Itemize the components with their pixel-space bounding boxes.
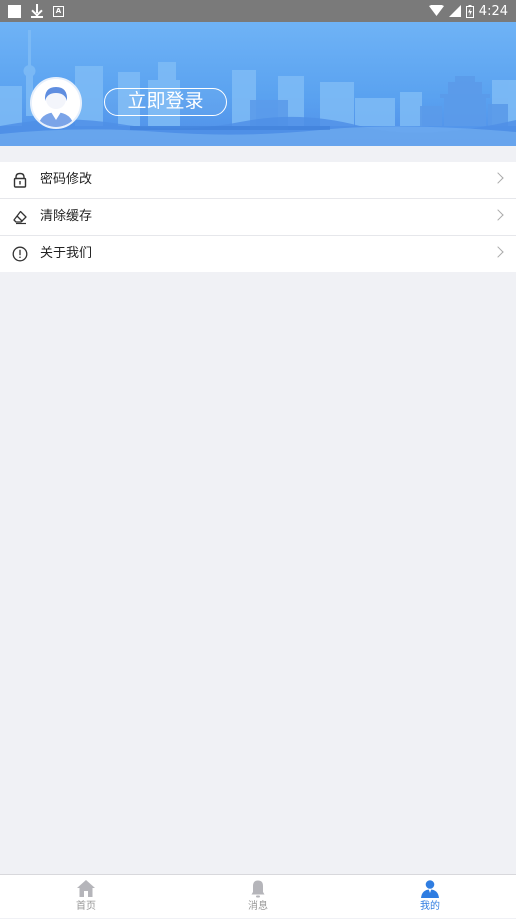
nav-tab-label: 我的 bbox=[420, 901, 440, 912]
menu-item-label: 关于我们 bbox=[40, 246, 93, 261]
status-icons-right: 4:24 bbox=[428, 2, 508, 20]
bell-icon bbox=[251, 880, 265, 898]
user-avatar-icon bbox=[32, 79, 80, 127]
eraser-icon bbox=[13, 210, 27, 225]
menu-item-clear-cache[interactable]: 清除缓存 bbox=[0, 199, 516, 236]
avatar[interactable] bbox=[30, 77, 82, 129]
city-skyline-illustration bbox=[0, 30, 516, 146]
login-button[interactable]: 立即登录 bbox=[104, 88, 227, 116]
home-icon bbox=[77, 880, 95, 897]
status-icons-left: A bbox=[8, 3, 64, 19]
settings-menu: 密码修改 清除缓存 关于我们 bbox=[0, 162, 516, 272]
menu-item-change-password[interactable]: 密码修改 bbox=[0, 162, 516, 199]
lock-icon bbox=[13, 172, 27, 188]
chevron-right-icon bbox=[492, 246, 504, 258]
info-icon bbox=[12, 246, 28, 262]
menu-item-about-us[interactable]: 关于我们 bbox=[0, 236, 516, 272]
nav-tab-mine[interactable]: 我的 bbox=[344, 875, 516, 919]
battery-icon bbox=[465, 4, 474, 18]
status-time: 4:24 bbox=[478, 3, 508, 19]
chevron-right-icon bbox=[492, 209, 504, 221]
nav-tab-home[interactable]: 首页 bbox=[0, 875, 172, 919]
profile-icon bbox=[421, 880, 439, 898]
status-bar: A 4:24 bbox=[0, 0, 516, 22]
notification-square-icon bbox=[8, 4, 21, 18]
signal-icon bbox=[448, 5, 461, 17]
chevron-right-icon bbox=[492, 172, 504, 184]
download-icon bbox=[31, 4, 43, 18]
menu-item-label: 清除缓存 bbox=[40, 209, 93, 224]
nav-tab-messages[interactable]: 消息 bbox=[172, 875, 344, 919]
image-notification-icon: A bbox=[53, 5, 64, 17]
profile-header: 立即登录 bbox=[0, 22, 516, 146]
wifi-icon bbox=[428, 5, 444, 16]
bottom-navigation: 首页 消息 我的 bbox=[0, 874, 516, 918]
menu-item-label: 密码修改 bbox=[40, 172, 93, 187]
nav-tab-label: 首页 bbox=[76, 901, 96, 912]
nav-tab-label: 消息 bbox=[248, 901, 268, 912]
